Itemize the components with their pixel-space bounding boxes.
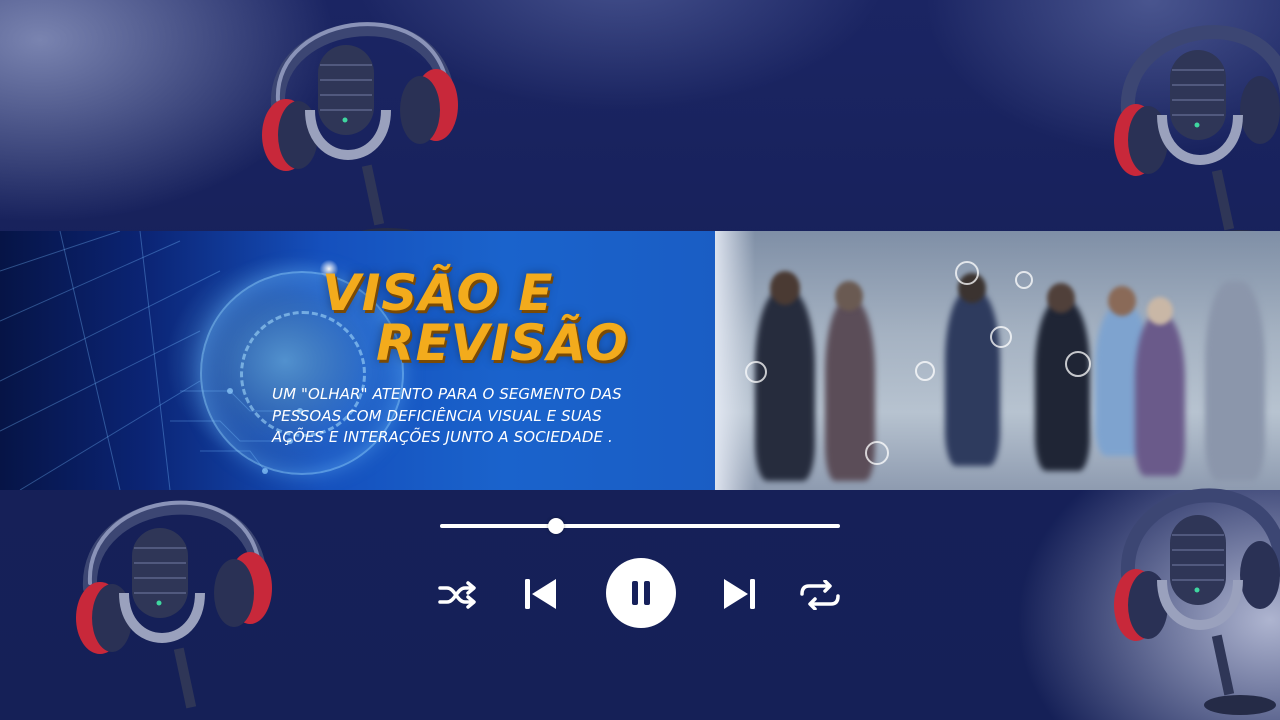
progress-knob[interactable] <box>548 518 564 534</box>
crowd-photo <box>715 231 1280 490</box>
pause-icon <box>632 581 650 605</box>
banner-title-line-1: VISÃO E <box>322 264 554 322</box>
banner-subtitle: UM "OLHAR" ATENTO PARA O SEGMENTO DAS PE… <box>272 384 712 449</box>
podcast-mic-headphones-icon <box>1114 25 1280 250</box>
shuffle-icon <box>438 581 476 609</box>
banner <box>0 231 1280 490</box>
subtitle-line: UM "OLHAR" ATENTO PARA O SEGMENTO DAS <box>272 385 622 403</box>
podcast-mic-headphones-icon <box>262 22 458 248</box>
podcast-mic-headphones-icon <box>76 500 272 709</box>
progress-track[interactable] <box>440 524 840 528</box>
subtitle-line: PESSOAS COM DEFICIÊNCIA VISUAL E SUAS <box>272 406 602 425</box>
subtitle-line: AÇÕES E INTERAÇÕES JUNTO A SOCIEDADE . <box>272 428 613 446</box>
skip-next-icon <box>724 579 755 609</box>
repeat-button[interactable] <box>798 579 842 611</box>
progress-bar[interactable] <box>440 518 840 534</box>
podcast-mic-headphones-icon <box>1114 488 1280 715</box>
repeat-icon <box>800 580 840 610</box>
shuffle-button[interactable] <box>437 579 477 611</box>
next-button[interactable] <box>720 576 760 612</box>
skip-previous-icon <box>525 579 556 609</box>
banner-title-line-2: REVISÃO <box>376 314 629 372</box>
previous-button[interactable] <box>520 576 560 612</box>
pause-button[interactable] <box>606 558 676 628</box>
